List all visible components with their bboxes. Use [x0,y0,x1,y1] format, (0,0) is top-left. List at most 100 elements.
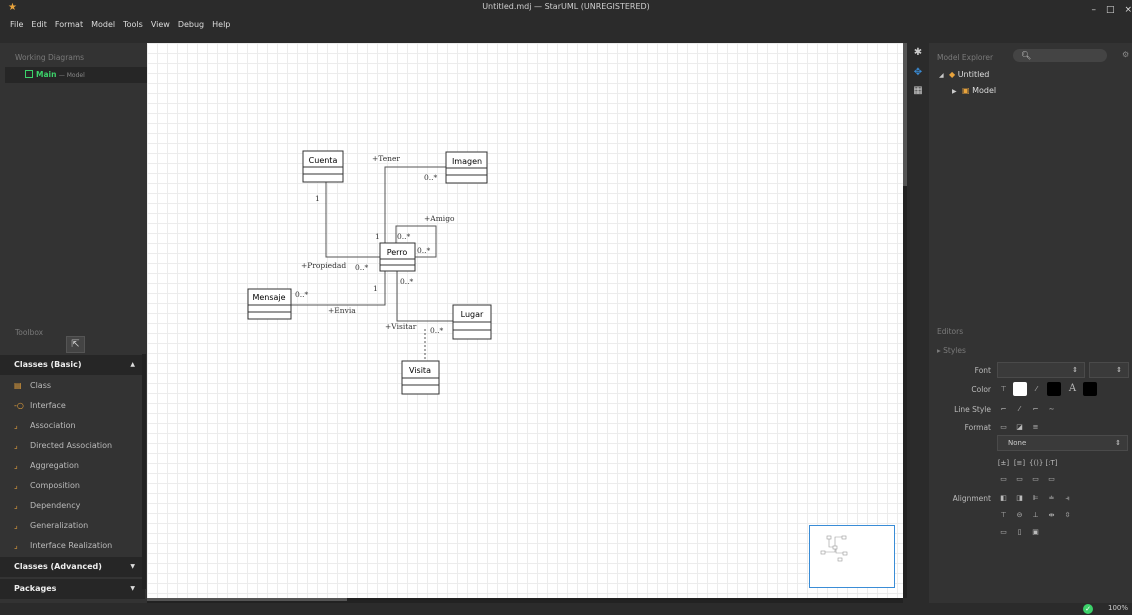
menu-format[interactable]: Format [51,14,87,36]
expanded-triangle-icon[interactable]: ◢ [939,72,949,79]
tree-item-model[interactable]: ▶ ▣ Model [952,86,996,95]
tool-directed-association[interactable]: ⌟ Directed Association [14,436,144,456]
suppress-operations-icon[interactable]: ▭ [1013,473,1026,485]
suppress-receptions-icon[interactable]: ▭ [1029,473,1042,485]
font-size-select[interactable]: ⇕ [1089,362,1129,378]
suppress-literals-icon[interactable]: ▭ [1045,473,1058,485]
align-center-icon[interactable]: ≐ [1045,492,1058,504]
maximize-icon[interactable]: □ [1106,5,1115,15]
extension-icon[interactable]: ✱ [911,47,925,61]
pointer-tool[interactable]: ⇱ [66,336,85,353]
menu-model[interactable]: Model [87,14,119,36]
align-top-icon[interactable]: ⊤ [997,509,1010,521]
association-cuenta-perro[interactable] [325,182,380,258]
toolbox-section-packages[interactable]: Packages ▼ [0,579,145,599]
toolbox-section-classes-basic[interactable]: Classes (Basic) ▲ [0,355,145,375]
menu-edit[interactable]: Edit [27,14,51,36]
association-mensaje-perro[interactable] [291,271,386,306]
tool-composition[interactable]: ⌟ Composition [14,476,144,496]
tool-interface[interactable]: -○ Interface [14,396,144,416]
class-lugar[interactable]: Lugar [452,304,492,340]
toolbox-section-classes-advanced[interactable]: Classes (Advanced) ▼ [0,557,145,577]
tool-label: Association [30,421,76,430]
role-label-propiedad: +Propiedad [301,261,346,270]
menu-bar: File Edit Format Model Tools View Debug … [6,14,234,36]
class-mensaje[interactable]: Mensaje [247,288,292,320]
line-color-swatch[interactable] [1047,382,1061,396]
tool-class[interactable]: ▤ Class [14,376,144,396]
diagram-canvas[interactable]: Cuenta Imagen Perro Mensaje Lugar Visita… [147,43,903,598]
fill-color-swatch[interactable] [1013,382,1027,396]
validation-ok-icon[interactable]: ✓ [1083,604,1093,614]
show-shadow-icon[interactable]: ◪ [1013,421,1026,433]
line-style-rectilinear-icon[interactable]: ⌐ [997,403,1010,415]
zoom-level[interactable]: 100% [1108,604,1128,612]
class-name: Imagen [452,157,482,166]
align-left-icon[interactable]: ⊫ [1029,492,1042,504]
align-middle-icon[interactable]: ⊝ [1013,509,1026,521]
section-label: Packages [14,584,57,593]
same-width-icon[interactable]: ▭ [997,526,1010,538]
tool-interface-realization[interactable]: ⌟ Interface Realization [14,536,144,556]
bring-to-front-icon[interactable]: ◨ [1013,492,1026,504]
window-controls: – □ × [1091,5,1132,15]
fill-color-icon[interactable]: ⊤ [997,383,1010,395]
window-title: Untitled.mdj — StarUML (UNREGISTERED) [482,2,650,11]
class-imagen[interactable]: Imagen [445,151,488,184]
send-to-back-icon[interactable]: ◧ [997,492,1010,504]
font-color-icon[interactable]: A [1066,383,1079,395]
gear-icon[interactable]: ⚙ [1122,50,1129,59]
class-visita[interactable]: Visita [401,360,440,395]
menu-tools[interactable]: Tools [119,14,147,36]
role-label-tener: +Tener [372,154,400,163]
suppress-attributes-icon[interactable]: ▭ [997,473,1010,485]
minimize-icon[interactable]: – [1091,5,1096,15]
diagram-minimap[interactable] [809,525,895,588]
navigator-icon[interactable]: ✥ [911,67,925,81]
font-family-select[interactable]: ⇕ [997,362,1085,378]
tool-association[interactable]: ⌟ Association [14,416,144,436]
format-select-value: None [1008,439,1027,447]
menu-debug[interactable]: Debug [174,14,208,36]
show-property-icon[interactable]: {()} [1029,457,1043,469]
tool-generalization[interactable]: ⌟ Generalization [14,516,144,536]
format-select[interactable]: None ⇕ [997,435,1128,451]
toolbox-scrollbar[interactable] [142,354,146,589]
font-label: Font [974,366,991,375]
styles-section[interactable]: ▸ Styles [937,346,966,355]
tool-aggregation[interactable]: ⌟ Aggregation [14,456,144,476]
line-style-oblique-icon[interactable]: ⁄ [1013,403,1026,415]
auto-resize-icon[interactable]: ▭ [997,421,1010,433]
same-size-icon[interactable]: ▣ [1029,526,1042,538]
tool-label: Interface Realization [30,541,113,550]
role-label-envia: +Envia [328,306,356,315]
space-equally-horizontal-icon[interactable]: ⇹ [1045,509,1058,521]
tool-dependency[interactable]: ⌟ Dependency [14,496,144,516]
line-color-icon[interactable]: ⁄ [1030,383,1043,395]
word-wrap-icon[interactable]: ≡ [1029,421,1042,433]
model-explorer-title: Model Explorer [937,53,994,62]
align-bottom-icon[interactable]: ⊥ [1029,509,1042,521]
class-cuenta[interactable]: Cuenta [302,150,344,183]
line-style-rounded-icon[interactable]: ⌐ [1029,403,1042,415]
menu-view[interactable]: View [147,14,174,36]
align-right-icon[interactable]: ⫣ [1061,492,1074,504]
space-equally-vertical-icon[interactable]: ⇳ [1061,509,1074,521]
multiplicity-label: 0..* [417,246,431,255]
font-color-swatch[interactable] [1083,382,1097,396]
model-search-input[interactable]: 🔍︎ [1013,49,1107,62]
grid-view-icon[interactable]: ▦ [911,85,925,99]
class-perro[interactable]: Perro [379,242,416,272]
show-visibility-icon[interactable]: [±] [997,457,1010,469]
show-namespace-icon[interactable]: [≡] [1013,457,1026,469]
same-height-icon[interactable]: ▯ [1013,526,1026,538]
menu-file[interactable]: File [6,14,27,36]
collapsed-triangle-icon[interactable]: ▶ [952,88,962,95]
close-icon[interactable]: × [1124,5,1132,15]
working-diagram-item-main[interactable]: Main — Model [5,67,147,83]
line-style-curve-icon[interactable]: ∼ [1045,403,1058,415]
show-type-icon[interactable]: [:T] [1045,457,1058,469]
tree-item-untitled[interactable]: ◢ ◆ Untitled [939,70,989,79]
menu-help[interactable]: Help [208,14,234,36]
scroll-thumb[interactable] [147,598,347,601]
